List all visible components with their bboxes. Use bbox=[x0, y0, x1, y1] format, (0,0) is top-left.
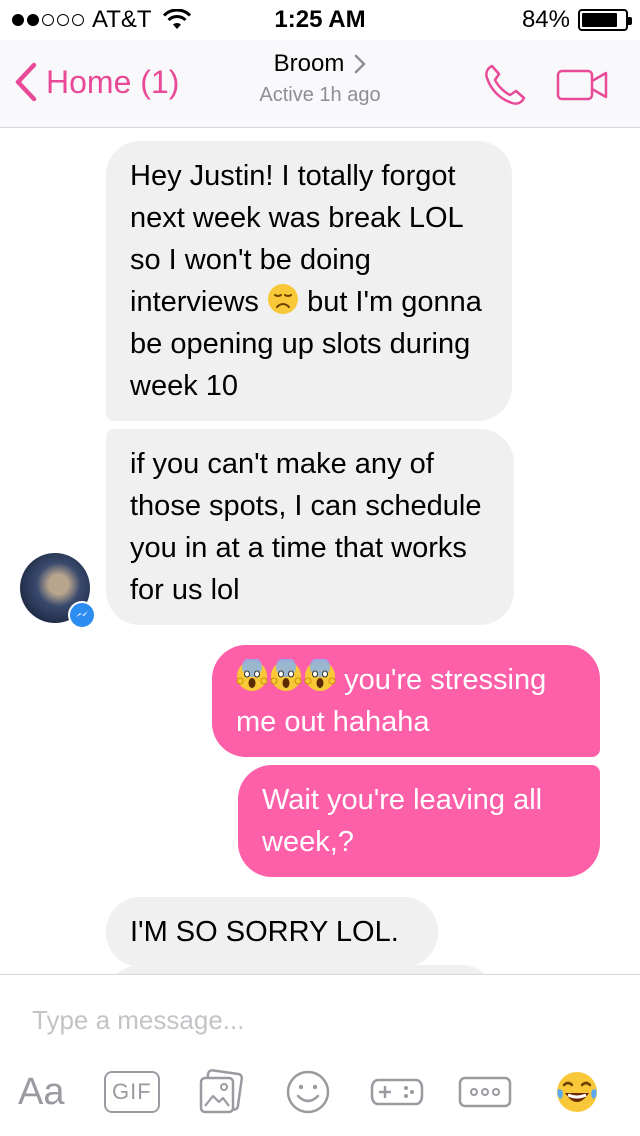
laughing-emoji-icon bbox=[557, 1072, 597, 1112]
message-input-wrapper bbox=[32, 1005, 592, 1036]
emoji-send-button[interactable] bbox=[554, 1065, 600, 1119]
message-text: if you can't make any of those spots, I … bbox=[130, 448, 482, 606]
message-list[interactable]: Hey Justin! I totally forgot next week w… bbox=[0, 129, 640, 974]
messenger-badge-icon bbox=[68, 601, 96, 629]
text-mode-button[interactable]: Aa bbox=[18, 1065, 64, 1119]
message-text: I'M SO SORRY LOL. bbox=[130, 916, 399, 948]
smiley-icon bbox=[286, 1070, 330, 1114]
photo-gallery-button[interactable] bbox=[196, 1065, 246, 1119]
battery-percent: 84% bbox=[521, 6, 570, 33]
disappointed-face-emoji-icon bbox=[268, 284, 298, 314]
games-button[interactable] bbox=[370, 1065, 424, 1119]
composer-toolbar: Aa GIF bbox=[0, 1065, 640, 1125]
message-text: Wait you're leaving all week,? bbox=[262, 784, 543, 858]
contact-title[interactable]: Broom Active 1h ago bbox=[0, 50, 640, 107]
message-input[interactable] bbox=[32, 1005, 592, 1036]
battery-icon bbox=[578, 9, 632, 31]
sticker-button[interactable] bbox=[284, 1065, 332, 1119]
screaming-faces-emoji-icon bbox=[236, 659, 344, 696]
active-status: Active 1h ago bbox=[259, 84, 381, 106]
status-right: 84% bbox=[521, 6, 632, 34]
message-composer: Aa GIF bbox=[0, 974, 640, 1136]
phone-icon[interactable] bbox=[482, 62, 528, 108]
gif-label: GIF bbox=[104, 1071, 160, 1113]
outgoing-message[interactable]: you're stressing me out hahaha bbox=[212, 645, 600, 757]
photo-gallery-icon bbox=[199, 1069, 244, 1114]
chevron-right-icon bbox=[355, 54, 367, 74]
more-button[interactable] bbox=[458, 1065, 512, 1119]
incoming-message[interactable]: I'M SO SORRY LOL. bbox=[106, 897, 438, 967]
battery-level bbox=[582, 13, 618, 27]
incoming-message[interactable]: Hey Justin! I totally forgot next week w… bbox=[106, 141, 512, 421]
gamepad-icon bbox=[370, 1078, 424, 1106]
battery-tip bbox=[628, 17, 632, 25]
incoming-message-partial[interactable] bbox=[106, 965, 496, 974]
contact-name: Broom bbox=[273, 50, 345, 77]
lightning-bolt-icon bbox=[76, 611, 88, 617]
video-camera-icon[interactable] bbox=[556, 68, 610, 102]
more-icon bbox=[458, 1076, 512, 1108]
incoming-message[interactable]: if you can't make any of those spots, I … bbox=[106, 429, 514, 625]
gif-button[interactable]: GIF bbox=[104, 1065, 160, 1119]
conversation-header: Home (1) Broom Active 1h ago bbox=[0, 40, 640, 128]
outgoing-message[interactable]: Wait you're leaving all week,? bbox=[238, 765, 600, 877]
status-bar: AT&T 1:25 AM 84% bbox=[0, 0, 640, 40]
